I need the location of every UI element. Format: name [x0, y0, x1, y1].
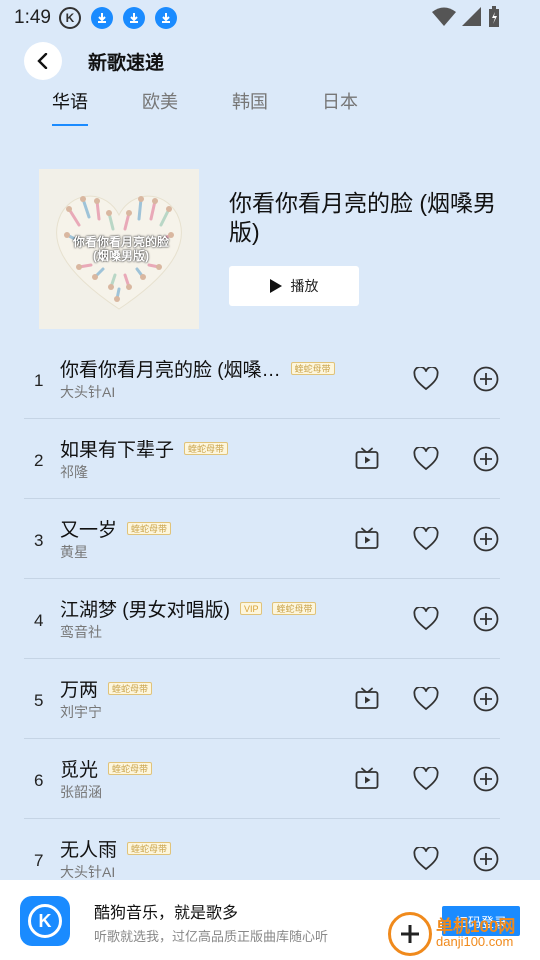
- song-artist: 大头针AI: [60, 864, 116, 880]
- page-title: 新歌速递: [88, 52, 165, 74]
- song-title: 觅光: [60, 760, 99, 781]
- kugou-status-icon: K: [58, 7, 81, 29]
- plus-circle-icon[interactable]: [473, 446, 499, 472]
- status-time: 1:49: [14, 7, 51, 28]
- plus-circle-icon[interactable]: [473, 766, 499, 792]
- song-index: 6: [34, 771, 44, 790]
- quality-badge: 蝰蛇母带: [108, 762, 153, 775]
- status-bar: 1:49 K: [0, 0, 540, 36]
- song-index: 3: [34, 531, 44, 550]
- song-artist: 大头针AI: [60, 384, 116, 400]
- song-index: 4: [34, 611, 44, 630]
- watermark-name: 单机100网: [436, 917, 516, 936]
- song-title: 无人雨: [60, 840, 118, 861]
- site-watermark: 单机100网 danji100.com: [388, 912, 515, 956]
- song-index: 1: [34, 371, 44, 390]
- song-title: 又一岁: [60, 520, 118, 541]
- song-index: 5: [34, 691, 44, 710]
- wifi-icon: [432, 7, 456, 26]
- download-icon: [122, 7, 145, 29]
- heart-icon[interactable]: [413, 366, 439, 392]
- song-artist: 祁隆: [60, 464, 88, 480]
- kugou-logo-icon: K: [20, 896, 70, 946]
- song-row[interactable]: 5 万两 蝰蛇母带 刘宇宁: [24, 659, 500, 739]
- play-button-label: 播放: [290, 278, 319, 294]
- heart-icon[interactable]: [413, 606, 439, 632]
- song-row[interactable]: 2 如果有下辈子 蝰蛇母带祁隆: [24, 419, 500, 499]
- back-button[interactable]: [24, 42, 62, 80]
- song-artist: 刘宇宁: [60, 704, 102, 720]
- banner-title: 酷狗音乐，就是歌多: [94, 905, 239, 922]
- song-title: 你看你看月亮的脸 (烟嗓…: [60, 360, 281, 381]
- cover-title-text: 你看你看月亮的脸(烟嗓男版): [72, 235, 169, 263]
- plus-circle-icon[interactable]: [473, 846, 499, 872]
- play-icon: [269, 279, 282, 293]
- song-row[interactable]: 4 江湖梦 (男女对唱版) VIP 蝰蛇母带鸾音社: [24, 579, 500, 659]
- chevron-left-icon: [37, 53, 48, 69]
- heart-icon[interactable]: [413, 526, 439, 552]
- heart-icon[interactable]: [413, 446, 439, 472]
- song-title: 江湖梦 (男女对唱版): [60, 600, 230, 621]
- song-row[interactable]: 3 又一岁 蝰蛇母带黄星: [24, 499, 500, 579]
- battery-icon: [489, 6, 499, 27]
- song-title: 万两: [60, 680, 99, 701]
- tv-icon[interactable]: [354, 686, 380, 712]
- signal-icon: [462, 7, 481, 26]
- system-status-icons: [432, 6, 500, 28]
- featured-song-title: 你看你看月亮的脸 (烟嗓男版): [229, 190, 497, 245]
- song-artist: 黄星: [60, 544, 88, 560]
- watermark-url: danji100.com: [436, 934, 514, 949]
- tv-icon[interactable]: [354, 446, 380, 472]
- download-icon: [154, 7, 177, 29]
- quality-badge: 蝰蛇母带: [290, 362, 335, 375]
- song-row[interactable]: 6 觅光 蝰蛇母带 张韶涵: [24, 739, 500, 819]
- heart-icon[interactable]: [413, 766, 439, 792]
- quality-badge: 蝰蛇母带: [184, 442, 229, 455]
- quality-badge: 蝰蛇母带: [272, 602, 317, 615]
- tab-huayu[interactable]: 华语: [52, 88, 88, 126]
- plus-circle-icon[interactable]: [473, 606, 499, 632]
- tv-icon[interactable]: [354, 526, 380, 552]
- download-icon: [90, 7, 113, 29]
- banner-subtitle: 听歌就选我，过亿高品质正版曲库随心听: [94, 929, 329, 944]
- plus-circle-icon[interactable]: [473, 366, 499, 392]
- tv-icon[interactable]: [354, 766, 380, 792]
- quality-badge: 蝰蛇母带: [127, 522, 172, 535]
- heart-icon[interactable]: [413, 846, 439, 872]
- song-list: 1 你看你看月亮的脸 (烟嗓… 蝰蛇母带 大头针AI 2 如果有下辈子 蝰蛇母带 祁隆 3 又一岁…: [24, 339, 500, 899]
- song-artist: 鸾音社: [60, 624, 102, 640]
- header: 新歌速递: [24, 42, 164, 80]
- watermark-plus-icon: [388, 912, 432, 956]
- region-tabs: 华语 欧美 韩国 日本: [52, 88, 412, 126]
- quality-badge: 蝰蛇母带: [108, 682, 153, 695]
- tab-oumei[interactable]: 欧美: [142, 88, 178, 126]
- tab-hanguo[interactable]: 韩国: [232, 88, 268, 126]
- quality-badge: 蝰蛇母带: [127, 842, 172, 855]
- album-cover[interactable]: 你看你看月亮的脸(烟嗓男版): [39, 169, 199, 329]
- song-index: 7: [34, 851, 44, 870]
- song-artist: 张韶涵: [60, 784, 102, 800]
- play-button[interactable]: 播放: [229, 266, 359, 306]
- song-row[interactable]: 1 你看你看月亮的脸 (烟嗓… 蝰蛇母带大头针AI: [24, 339, 500, 419]
- heart-icon[interactable]: [413, 686, 439, 712]
- tab-riben[interactable]: 日本: [322, 88, 358, 126]
- plus-circle-icon[interactable]: [473, 686, 499, 712]
- vip-badge: VIP: [239, 602, 263, 615]
- featured-song: 你看你看月亮的脸(烟嗓男版) 你看你看月亮的脸 (烟嗓男版) 播放: [39, 169, 519, 329]
- plus-circle-icon[interactable]: [473, 526, 499, 552]
- song-index: 2: [34, 451, 44, 470]
- song-title: 如果有下辈子: [60, 440, 175, 461]
